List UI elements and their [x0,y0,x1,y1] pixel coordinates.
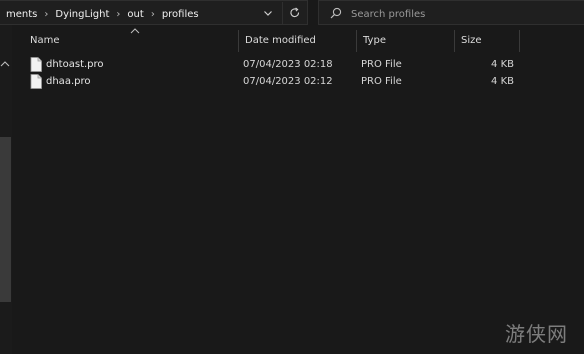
file-size: 4 KB [491,76,514,87]
file-row[interactable]: dhtoast.pro 07/04/2023 02:18 PRO File 4 … [18,56,584,73]
column-header-name[interactable]: Name [24,30,238,52]
breadcrumb-item-documents[interactable]: ments [4,9,39,20]
collapse-chevron-icon[interactable] [0,59,10,69]
breadcrumb-chevron-icon[interactable]: › [111,9,125,20]
file-icon [30,74,42,89]
watermark-text: 游侠网 [505,322,568,346]
refresh-button[interactable] [282,2,306,24]
file-name: dhtoast.pro [46,59,104,70]
chevron-down-icon[interactable] [261,6,275,20]
column-header-date-modified[interactable]: Date modified [238,30,356,52]
breadcrumb-chevron-icon[interactable]: › [39,9,53,20]
breadcrumb-item-out[interactable]: out [125,9,145,20]
file-type: PRO File [361,59,402,70]
file-icon [30,57,42,72]
breadcrumb-item-profiles[interactable]: profiles [160,9,201,20]
column-header-row: Name Date modified Type Size [18,28,584,52]
file-date-modified: 07/04/2023 02:12 [243,76,333,87]
search-input[interactable] [349,4,573,24]
navigation-scrollbar[interactable] [0,137,11,302]
file-row[interactable]: dhaa.pro 07/04/2023 02:12 PRO File 4 KB [18,73,584,90]
address-bar[interactable]: ments › DyingLight › out › profiles [0,0,308,25]
file-type: PRO File [361,76,402,87]
column-header-type[interactable]: Type [356,30,454,52]
file-list: dhtoast.pro 07/04/2023 02:18 PRO File 4 … [18,56,584,90]
search-icon [330,7,342,19]
file-name: dhaa.pro [46,76,91,87]
breadcrumb: ments › DyingLight › out › profiles [4,6,201,22]
refresh-icon [289,7,299,18]
search-box[interactable] [318,0,584,25]
file-date-modified: 07/04/2023 02:18 [243,59,333,70]
breadcrumb-chevron-icon[interactable]: › [146,9,160,20]
breadcrumb-item-dyinglight[interactable]: DyingLight [53,9,111,20]
file-explorer-window: ments › DyingLight › out › profiles Sear… [0,0,584,354]
watermark: 游侠网 [505,312,581,350]
file-size: 4 KB [491,59,514,70]
column-header-size[interactable]: Size [454,30,520,52]
